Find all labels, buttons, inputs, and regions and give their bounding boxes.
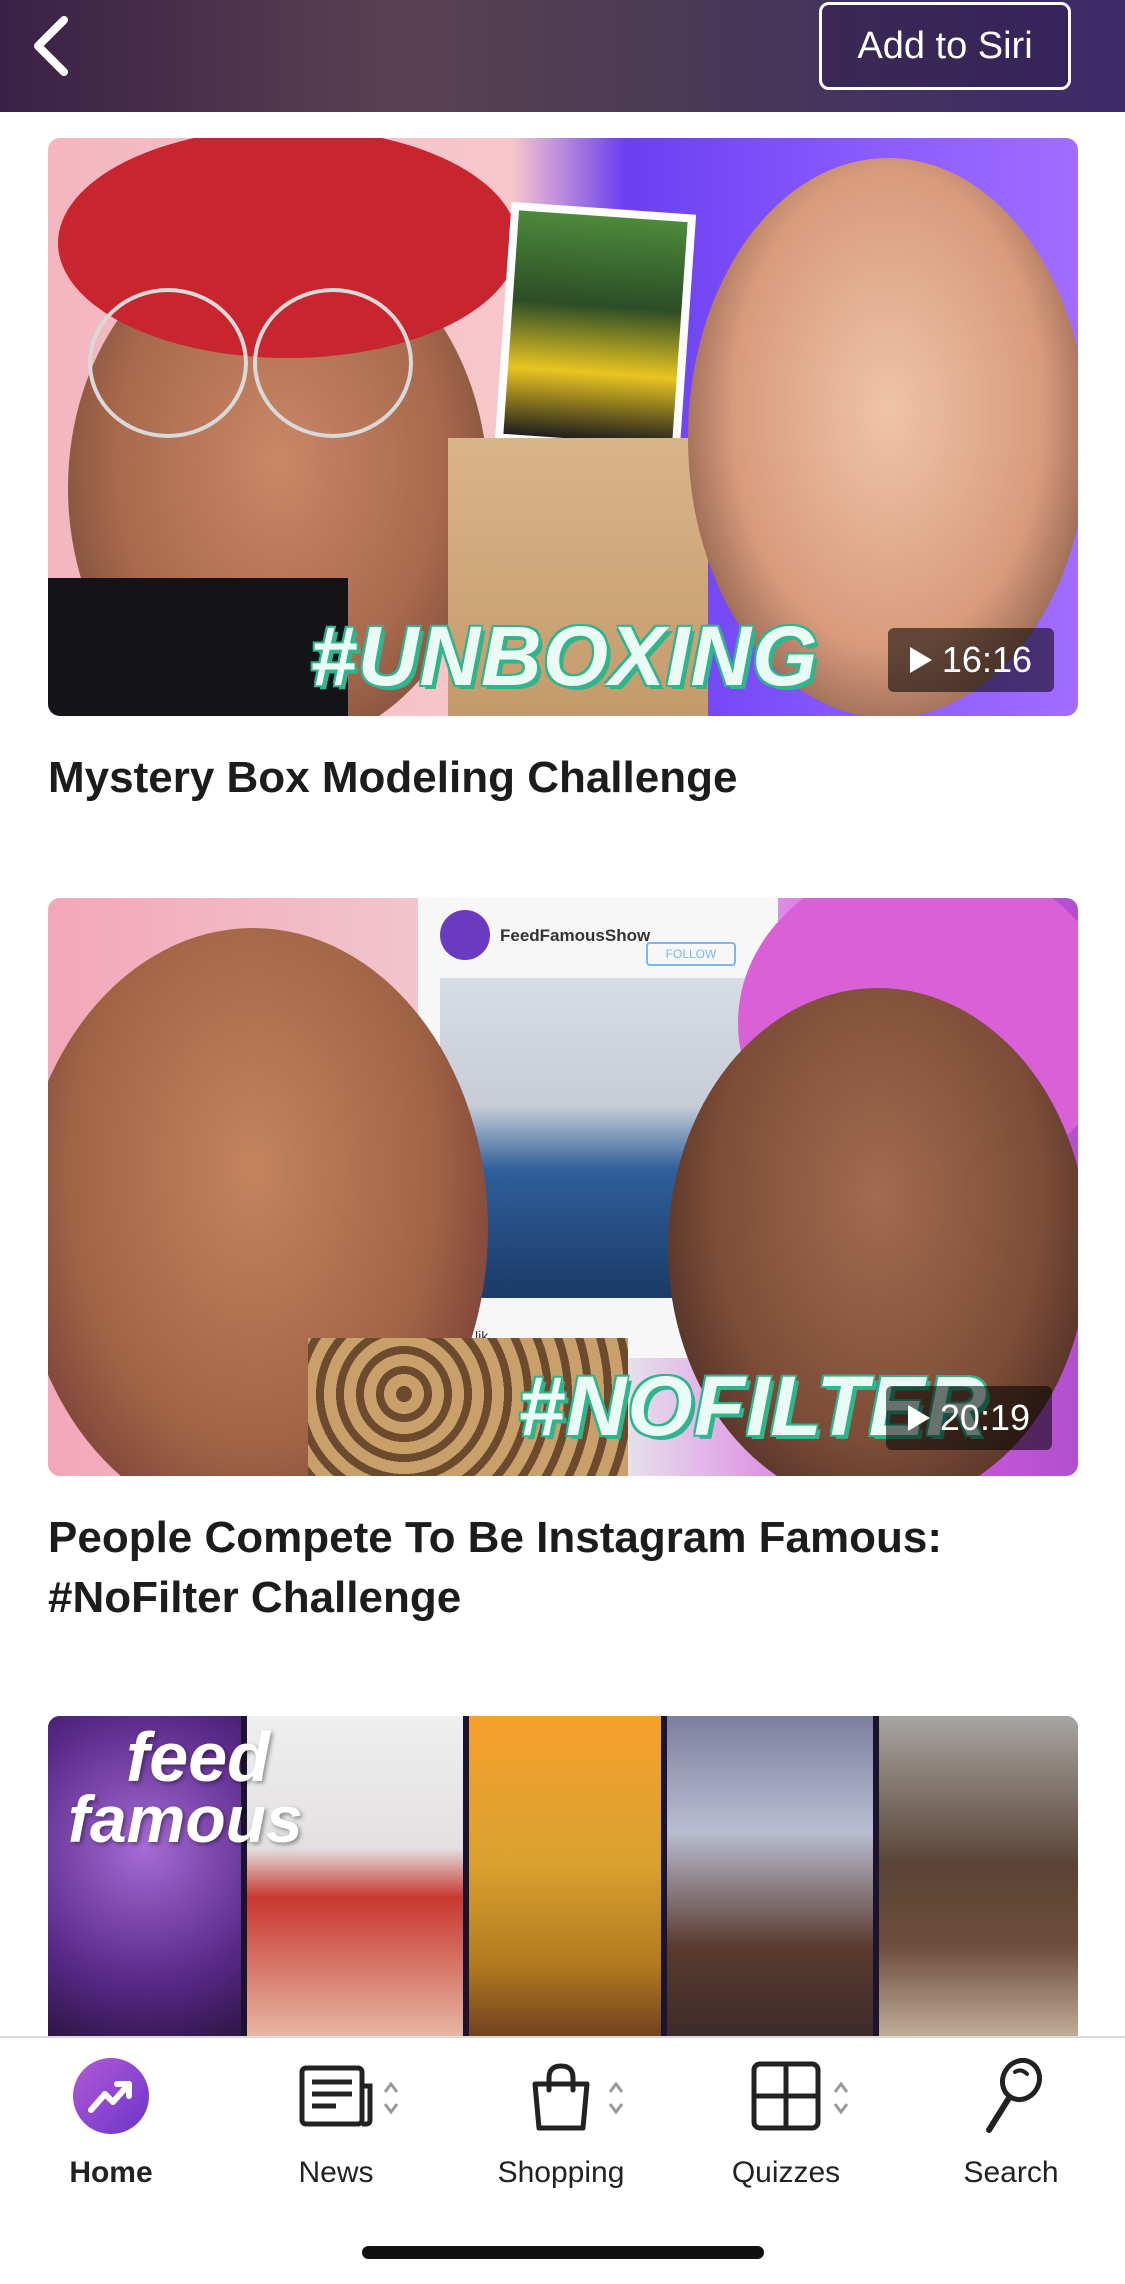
tab-label: Quizzes: [731, 2156, 841, 2189]
tab-label: News: [298, 2156, 374, 2189]
newspaper-icon: [296, 2056, 376, 2136]
video-thumbnail[interactable]: feed famous: [48, 1716, 1078, 2036]
overlay-follow-button: FOLLOW: [646, 942, 736, 966]
overlay-username: FeedFamousShow: [500, 926, 651, 945]
avatar: [440, 910, 490, 960]
app-screen: Add to Siri #UNBOXING 16:16 Mystery Box …: [0, 0, 1125, 2284]
tab-label: Home: [69, 2156, 153, 2189]
chevron-left-icon[interactable]: [28, 14, 84, 78]
feed-famous-logo: feed famous: [68, 1718, 303, 1856]
quiz-grid-icon: [746, 2056, 826, 2136]
duration-label: 20:19: [939, 1397, 1030, 1438]
duration-label: 16:16: [941, 639, 1032, 680]
video-title[interactable]: Mystery Box Modeling Challenge: [48, 748, 1078, 808]
polaroid-photo: [494, 201, 697, 455]
play-icon: [909, 647, 932, 673]
chevron-updown-icon: [833, 2081, 849, 2115]
panel-silver-hair: [667, 1716, 873, 2036]
top-bar: Add to Siri: [0, 0, 1125, 112]
glasses-right: [253, 288, 413, 438]
video-duration-badge: 16:16: [887, 628, 1054, 692]
panel-hat-man: [879, 1716, 1078, 2036]
video-title[interactable]: People Compete To Be Instagram Famous: #…: [48, 1508, 1078, 1628]
tab-label: Shopping: [497, 2156, 625, 2189]
home-indicator[interactable]: [362, 2246, 764, 2259]
panel-gold-crown: [469, 1716, 661, 2036]
thumbnail-hashtag: #UNBOXING: [310, 609, 819, 703]
video-thumbnail[interactable]: #UNBOXING 16:16: [48, 138, 1078, 716]
shopping-bag-icon: [521, 2056, 601, 2136]
tab-shopping[interactable]: Shopping: [466, 2056, 656, 2206]
glasses: [88, 288, 248, 438]
video-feed[interactable]: #UNBOXING 16:16 Mystery Box Modeling Cha…: [0, 112, 1125, 2036]
tab-news[interactable]: News: [241, 2056, 431, 2206]
tab-search[interactable]: Search: [916, 2056, 1106, 2206]
chevron-updown-icon: [383, 2081, 399, 2115]
video-card[interactable]: FeedFamousShow FOLLOW 3047 lik #NOFILTER…: [48, 898, 1078, 1628]
video-card[interactable]: feed famous: [48, 1716, 1078, 2036]
logo-line-1: feed: [126, 1718, 270, 1796]
video-duration-badge: 20:19: [885, 1386, 1052, 1450]
tab-label: Search: [963, 2156, 1059, 2189]
add-to-siri-button[interactable]: Add to Siri: [819, 2, 1071, 90]
trending-icon: [71, 2056, 151, 2136]
chevron-updown-icon: [608, 2081, 624, 2115]
search-icon: [971, 2056, 1051, 2136]
tab-quizzes[interactable]: Quizzes: [691, 2056, 881, 2206]
video-card[interactable]: #UNBOXING 16:16 Mystery Box Modeling Cha…: [48, 138, 1078, 808]
dark-sweater: [48, 578, 348, 716]
logo-line-2: famous: [68, 1782, 303, 1856]
tab-home[interactable]: Home: [16, 2056, 206, 2206]
video-thumbnail[interactable]: FeedFamousShow FOLLOW 3047 lik #NOFILTER…: [48, 898, 1078, 1476]
play-icon: [907, 1405, 930, 1431]
